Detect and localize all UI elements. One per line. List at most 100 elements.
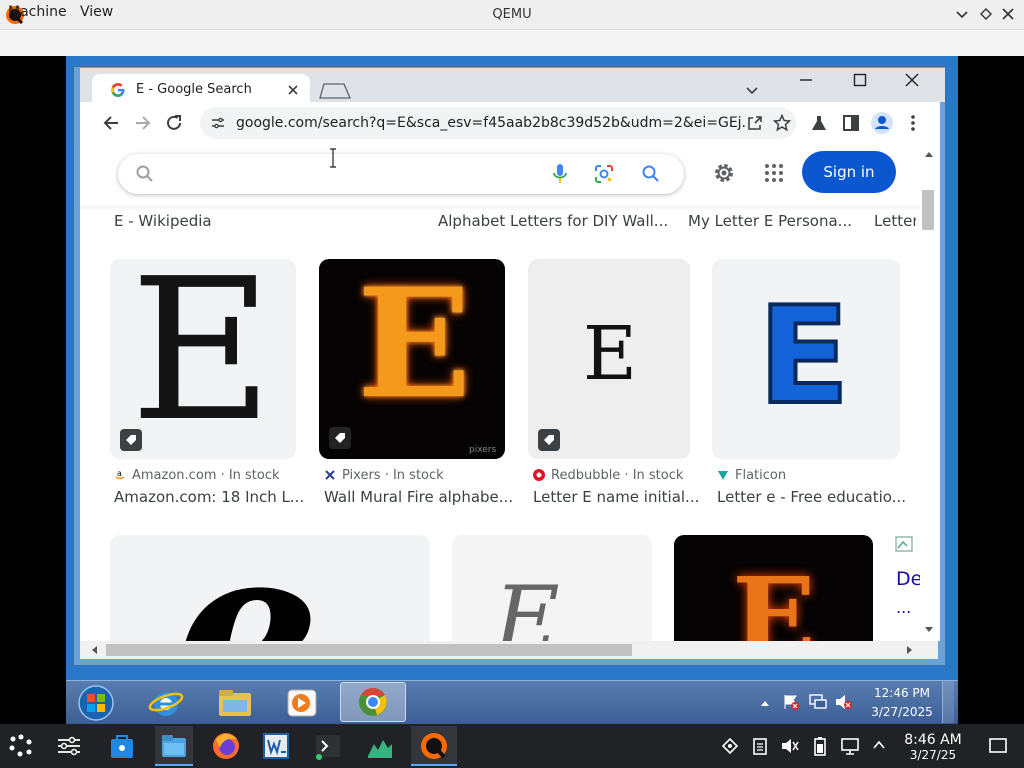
search-icon bbox=[135, 164, 155, 184]
result-thumbnail[interactable]: e bbox=[110, 535, 430, 641]
horizontal-scroll-thumb[interactable] bbox=[106, 644, 632, 656]
amazon-favicon-icon: a bbox=[114, 469, 126, 481]
shopping-tag-icon bbox=[120, 429, 142, 451]
show-hidden-icons-icon[interactable] bbox=[760, 699, 770, 707]
network-icon[interactable] bbox=[808, 693, 828, 711]
window-minimize-icon[interactable] bbox=[798, 72, 814, 88]
flaticon-favicon-icon bbox=[717, 469, 729, 481]
result-caption[interactable]: Letter E name initial... bbox=[533, 488, 699, 506]
chrome-app-icon[interactable] bbox=[355, 685, 391, 719]
tab-title: E - Google Search bbox=[136, 82, 252, 97]
scroll-right-icon[interactable] bbox=[906, 645, 914, 655]
vertical-scroll-thumb[interactable] bbox=[922, 190, 934, 230]
bookmark-star-icon[interactable] bbox=[773, 114, 791, 132]
maximize-icon[interactable] bbox=[978, 6, 994, 22]
thumbnail-letter: E bbox=[494, 567, 560, 642]
thumbnail-letter: E bbox=[130, 259, 274, 459]
redbubble-favicon-icon bbox=[533, 469, 545, 481]
thumbnail-letter: E bbox=[583, 311, 638, 397]
broken-image-icon bbox=[895, 536, 917, 554]
partial-result-text[interactable]: De bbox=[896, 568, 922, 590]
forward-icon[interactable] bbox=[133, 113, 153, 133]
close-icon[interactable] bbox=[1000, 6, 1016, 22]
window-maximize-icon[interactable] bbox=[852, 72, 868, 88]
settings-gear-icon[interactable] bbox=[711, 160, 737, 186]
menu-view[interactable]: View bbox=[80, 4, 113, 20]
tab-search-icon[interactable] bbox=[744, 82, 760, 98]
pixers-favicon-icon bbox=[324, 469, 336, 481]
host-folder-icon[interactable] bbox=[160, 732, 188, 760]
site-info-icon[interactable] bbox=[210, 115, 226, 131]
result-thumbnail[interactable]: E bbox=[528, 259, 690, 459]
reload-icon[interactable] bbox=[164, 113, 184, 133]
back-icon[interactable] bbox=[101, 113, 121, 133]
host-network-icon[interactable] bbox=[840, 736, 862, 756]
voice-search-mic-icon[interactable] bbox=[551, 163, 569, 185]
show-desktop-button[interactable] bbox=[942, 681, 954, 723]
minimize-icon[interactable] bbox=[954, 6, 970, 22]
host-show-desktop-icon[interactable] bbox=[988, 737, 1008, 755]
host-tray-expand-icon[interactable] bbox=[872, 738, 886, 752]
host-store-icon[interactable] bbox=[108, 732, 136, 760]
search-input[interactable] bbox=[164, 162, 534, 186]
sign-in-button[interactable]: Sign in bbox=[802, 151, 896, 193]
lens-camera-icon[interactable] bbox=[594, 164, 614, 184]
thumbnail-letter: E bbox=[357, 259, 472, 432]
scroll-left-icon[interactable] bbox=[90, 645, 98, 655]
shopping-tag-icon bbox=[329, 427, 351, 449]
google-apps-grid-icon[interactable] bbox=[764, 163, 784, 183]
host-kde-connect-icon[interactable] bbox=[720, 736, 740, 756]
result-caption[interactable]: Letter bbox=[874, 212, 916, 230]
host-clipboard-icon[interactable] bbox=[750, 736, 770, 756]
result-thumbnail[interactable]: E bbox=[712, 259, 900, 459]
host-system-monitor-icon[interactable] bbox=[366, 732, 394, 760]
result-thumbnail[interactable]: E pixers bbox=[319, 259, 505, 459]
labs-flask-icon[interactable] bbox=[810, 114, 828, 132]
host-terminal-icon[interactable] bbox=[314, 732, 342, 760]
result-source: Redbubble · In stock bbox=[551, 468, 684, 483]
profile-avatar-icon[interactable] bbox=[870, 111, 894, 135]
result-caption[interactable]: Amazon.com: 18 Inch L... bbox=[114, 488, 304, 506]
search-submit-icon[interactable] bbox=[641, 164, 661, 184]
internet-explorer-icon[interactable] bbox=[148, 686, 184, 720]
media-player-icon[interactable] bbox=[284, 686, 320, 720]
host-settings-icon[interactable] bbox=[55, 734, 83, 758]
address-bar-url: google.com/search?q=E&sca_esv=f45aab2b8c… bbox=[236, 115, 746, 131]
host-app-launcher-icon[interactable] bbox=[8, 734, 34, 758]
result-caption[interactable]: Alphabet Letters for DIY Wall... bbox=[438, 212, 668, 230]
result-caption[interactable]: E - Wikipedia bbox=[114, 212, 212, 230]
volume-muted-icon[interactable] bbox=[834, 693, 854, 711]
chrome-menu-icon[interactable] bbox=[904, 114, 922, 132]
menu-machine[interactable]: Machine bbox=[8, 4, 67, 20]
firefox-icon[interactable] bbox=[210, 730, 242, 762]
result-caption[interactable]: Letter e - Free educatio... bbox=[717, 488, 906, 506]
scroll-up-icon[interactable] bbox=[924, 150, 934, 158]
result-source: Amazon.com · In stock bbox=[132, 468, 280, 483]
host-editor-icon[interactable] bbox=[262, 732, 290, 760]
action-center-flag-icon[interactable] bbox=[782, 693, 800, 711]
result-thumbnail[interactable]: E bbox=[110, 259, 296, 459]
host-battery-icon[interactable] bbox=[812, 736, 828, 756]
thumbnail-letter: E bbox=[756, 278, 852, 434]
result-caption[interactable]: My Letter E Persona... bbox=[688, 212, 852, 230]
qemu-menubar bbox=[0, 30, 1024, 56]
guest-clock-time[interactable]: 12:46 PM bbox=[870, 686, 934, 700]
result-thumbnail[interactable]: E bbox=[674, 535, 873, 641]
result-caption[interactable]: Wall Mural Fire alphabe... bbox=[324, 488, 513, 506]
share-icon[interactable] bbox=[746, 114, 764, 132]
new-tab-icon[interactable] bbox=[318, 82, 352, 100]
result-thumbnail[interactable]: E bbox=[452, 535, 652, 641]
thumbnail-letter: e bbox=[174, 535, 320, 641]
host-clock-time[interactable]: 8:46 AM bbox=[900, 732, 966, 748]
side-panel-icon[interactable] bbox=[842, 114, 860, 132]
windows-start-orb-icon[interactable] bbox=[76, 684, 116, 722]
window-close-icon[interactable] bbox=[904, 72, 920, 88]
watermark-text: pixers bbox=[469, 445, 497, 455]
host-clock-date[interactable]: 3/27/25 bbox=[900, 748, 966, 762]
host-qemu-icon[interactable] bbox=[418, 730, 450, 762]
host-volume-muted-icon[interactable] bbox=[780, 736, 800, 756]
scroll-down-icon[interactable] bbox=[924, 626, 934, 634]
tab-close-icon[interactable] bbox=[286, 83, 300, 97]
file-explorer-icon[interactable] bbox=[216, 686, 254, 720]
guest-clock-date[interactable]: 3/27/2025 bbox=[870, 705, 934, 719]
